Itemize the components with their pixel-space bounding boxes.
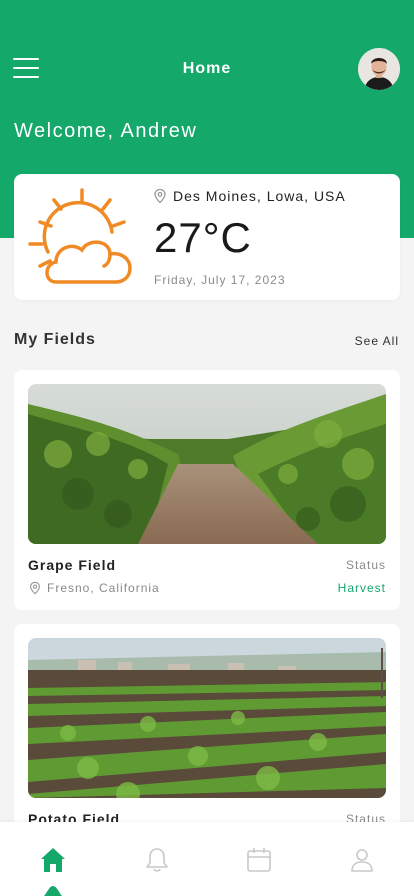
nav-notifications[interactable] (143, 846, 171, 874)
nav-home[interactable] (39, 846, 67, 874)
bell-icon (146, 848, 168, 872)
bottom-navigation (0, 822, 414, 896)
vineyard-photo (28, 384, 386, 544)
page-title: Home (182, 60, 232, 77)
field-name: Grape Field (28, 557, 117, 573)
calendar-icon (247, 848, 271, 872)
nav-calendar[interactable] (245, 846, 273, 874)
field-location: Fresno, California (28, 581, 160, 595)
field-location-text: Fresno, California (47, 581, 160, 595)
field-status-label: Status (345, 558, 386, 572)
field-status-value: Harvest (337, 581, 386, 595)
location-pin-icon (154, 188, 166, 204)
weather-date: Friday, July 17, 2023 (154, 273, 286, 287)
weather-location-text: Des Moines, Lowa, USA (173, 188, 346, 204)
field-image (28, 638, 386, 798)
field-card-grape[interactable]: Grape Field Status Fresno, California Ha… (14, 370, 400, 610)
weather-location: Des Moines, Lowa, USA (152, 188, 346, 204)
user-icon (351, 849, 373, 872)
active-tab-indicator (43, 886, 63, 896)
nav-profile[interactable] (348, 846, 376, 874)
potato-field-photo (28, 638, 386, 798)
partly-sunny-icon (28, 188, 132, 284)
home-icon (41, 848, 65, 872)
avatar-image (358, 48, 400, 90)
see-all-link[interactable]: See All (355, 334, 399, 348)
section-title-my-fields: My Fields (14, 331, 96, 348)
temperature: 27°C (154, 214, 252, 261)
welcome-message: Welcome, Andrew (14, 120, 198, 142)
weather-card[interactable]: Des Moines, Lowa, USA 27°C Friday, July … (14, 174, 400, 300)
avatar[interactable] (358, 48, 400, 90)
field-image (28, 384, 386, 544)
location-pin-icon (30, 581, 40, 595)
